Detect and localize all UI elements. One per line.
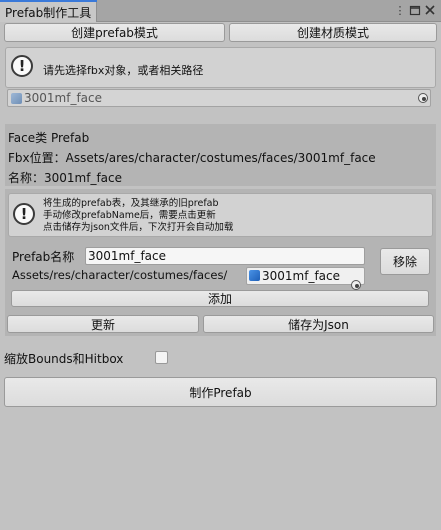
name-label: 名称：3001mf_face: [8, 171, 123, 185]
prefab-name-label: Prefab名称: [12, 250, 75, 264]
tab-accent: [0, 0, 97, 2]
add-button[interactable]: 添加: [11, 290, 429, 307]
prefab-name-value: 3001mf_face: [88, 249, 167, 263]
fbx-location-label: Fbx位置：Assets/ares/character/costumes/fac…: [8, 151, 376, 165]
warning-icon: !: [11, 55, 33, 77]
notice-line-3: 点击储存为json文件后，下次打开会自动加载: [43, 222, 234, 233]
close-icon[interactable]: [423, 4, 437, 18]
prefab-object-value: 3001mf_face: [262, 269, 341, 283]
notice-select-fbx: 请先选择fbx对象，或者相关路径: [43, 64, 204, 77]
object-picker-icon[interactable]: [351, 280, 361, 290]
material-mode-button[interactable]: 创建材质模式: [229, 23, 437, 42]
scale-bounds-label: 缩放Bounds和Hitbox: [4, 352, 124, 366]
warning-icon: !: [13, 203, 35, 225]
prefab-path-label: Assets/res/character/costumes/faces/: [12, 268, 228, 282]
kebab-menu-icon[interactable]: ⋮: [393, 4, 407, 18]
window-title: Prefab制作工具: [5, 6, 92, 20]
fbx-object-value: 3001mf_face: [24, 91, 103, 105]
notice-line-2: 手动修改prefabName后，需要点击更新: [43, 210, 216, 221]
maximize-icon[interactable]: [408, 4, 422, 18]
mesh-cube-icon: [11, 93, 22, 104]
remove-button[interactable]: 移除: [380, 248, 430, 275]
scale-bounds-checkbox[interactable]: [155, 351, 168, 364]
save-json-button[interactable]: 储存为Json: [203, 315, 434, 333]
prefab-cube-icon: [249, 270, 260, 281]
notice-line-1: 将生成的prefab表，及其继承的旧prefab: [43, 198, 219, 209]
face-class-label: Face类 Prefab: [8, 131, 90, 145]
make-prefab-button[interactable]: 制作Prefab: [4, 377, 437, 407]
update-button[interactable]: 更新: [7, 315, 199, 333]
object-picker-icon[interactable]: [418, 93, 428, 103]
prefab-mode-button[interactable]: 创建prefab模式: [4, 23, 225, 42]
